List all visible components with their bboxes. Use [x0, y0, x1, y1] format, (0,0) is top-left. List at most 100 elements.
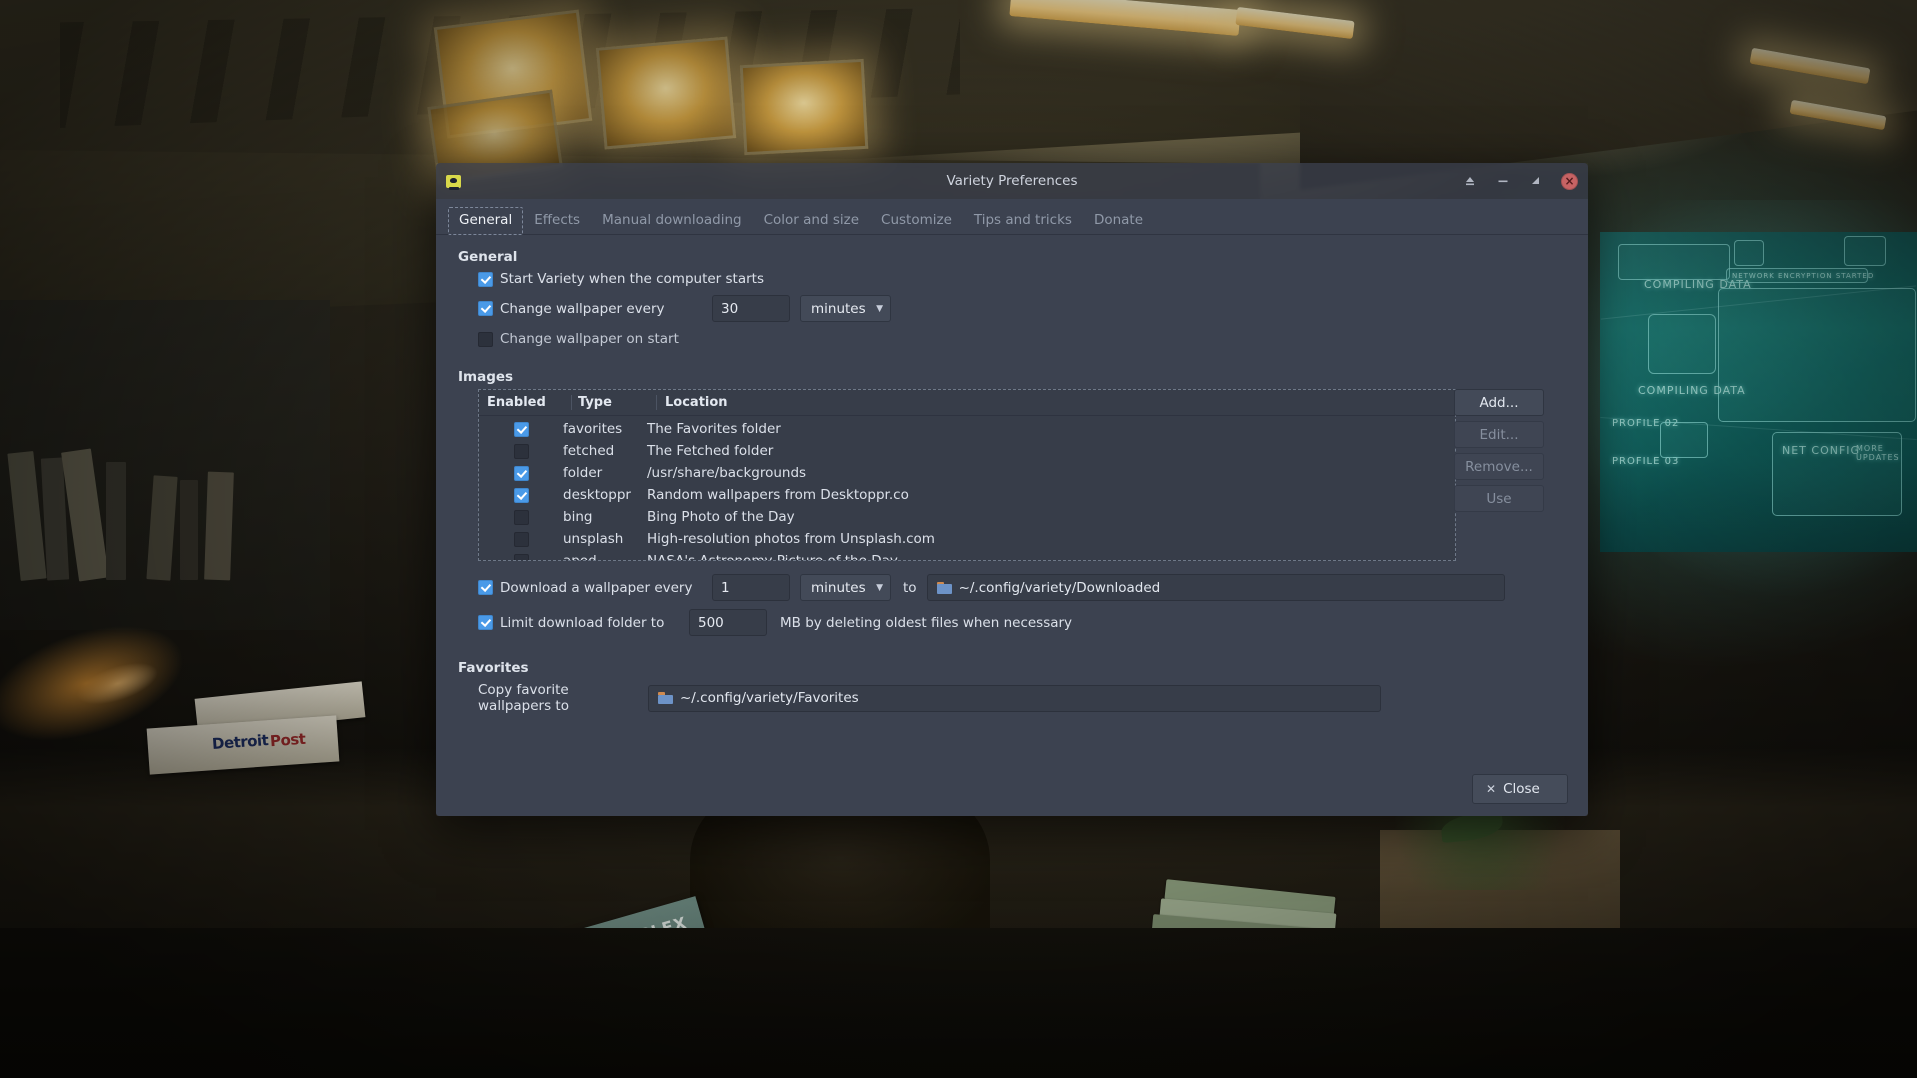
images-list-header: Enabled Type Location — [479, 390, 1455, 416]
favorites-path-field[interactable]: ~/.config/variety/Favorites — [648, 684, 1381, 712]
general-tab-content: General Start Variety when the computer … — [436, 235, 1588, 762]
row-enabled-checkbox[interactable] — [513, 487, 529, 503]
change-every-unit-select[interactable]: minutes ▼ — [800, 295, 891, 322]
maximize-icon[interactable] — [1528, 173, 1544, 189]
start-on-boot-row[interactable]: Start Variety when the computer starts — [478, 271, 1566, 287]
wallpaper-vent-slots — [60, 8, 960, 128]
row-location: The Favorites folder — [647, 421, 781, 437]
favorites-path-row: Copy favorite wallpapers to ~/.config/va… — [478, 682, 1566, 714]
tab-tips-and-tricks[interactable]: Tips and tricks — [963, 207, 1083, 235]
wallpaper-ceiling-light-4 — [1789, 99, 1887, 131]
tab-donate[interactable]: Donate — [1083, 207, 1154, 235]
images-section-heading: Images — [458, 369, 514, 385]
wallpaper-monitor-3 — [739, 58, 869, 156]
download-every-label: Download a wallpaper every — [500, 579, 693, 596]
add-button[interactable]: Add... — [1454, 389, 1544, 416]
use-button[interactable]: Use — [1454, 485, 1544, 512]
column-header-location[interactable]: Location — [657, 395, 1455, 410]
holo-compiling-1: COMPILING DATA — [1644, 278, 1752, 291]
wallpaper-shelf-left — [0, 300, 330, 630]
limit-folder-value-input[interactable]: 500 — [689, 609, 767, 636]
favorites-section-heading: Favorites — [458, 660, 529, 676]
wallpaper-stack-book-1 — [1164, 879, 1336, 917]
table-row[interactable]: desktoppr Random wallpapers from Desktop… — [479, 484, 1455, 506]
row-enabled-checkbox[interactable] — [513, 509, 529, 525]
row-location: /usr/share/backgrounds — [647, 465, 807, 481]
close-button-label: Close — [1503, 781, 1540, 797]
wallpaper-newspaper-stack-top — [194, 681, 366, 735]
change-on-start-checkbox[interactable] — [478, 331, 493, 347]
holo-compiling-2: COMPILING DATA — [1638, 384, 1746, 397]
table-row[interactable]: bing Bing Photo of the Day — [479, 506, 1455, 528]
download-every-row: Download a wallpaper every 1 minutes ▼ t… — [478, 574, 1566, 601]
wallpaper-ceiling-light-1 — [1009, 0, 1241, 36]
row-enabled-checkbox[interactable] — [513, 443, 529, 459]
holo-profile-03: PROFILE 03 — [1612, 456, 1680, 467]
images-action-buttons: Add... Edit... Remove... Use — [1454, 389, 1544, 512]
row-enabled-checkbox[interactable] — [513, 465, 529, 481]
chevron-down-icon: ▼ — [876, 303, 883, 314]
download-every-value-input[interactable]: 1 — [712, 574, 790, 601]
table-row[interactable]: apod NASA's Astronomy Picture of the Day — [479, 550, 1455, 561]
wallpaper-sign-electric-system-loss: ELECTRIC SYSTEM LOSS — [1380, 996, 1520, 1078]
row-location: The Fetched folder — [647, 443, 774, 459]
change-every-checkbox[interactable] — [478, 301, 493, 316]
column-header-type[interactable]: Type — [572, 395, 656, 410]
wallpaper-magazines — [584, 973, 766, 1078]
wallpaper-newspaper-name-a: Detroit — [211, 731, 269, 753]
wallpaper-stack-book-4 — [1143, 1013, 1341, 1057]
limit-folder-checkbox[interactable] — [478, 615, 493, 630]
row-enabled-checkbox[interactable] — [513, 421, 529, 437]
download-path-value: ~/.config/variety/Downloaded — [958, 579, 1161, 596]
window-titlebar[interactable]: Variety Preferences × — [436, 163, 1588, 199]
window-title: Variety Preferences — [946, 173, 1078, 189]
table-row[interactable]: favorites The Favorites folder — [479, 418, 1455, 440]
wallpaper-monitor-1 — [433, 9, 593, 139]
tab-customize[interactable]: Customize — [870, 207, 963, 235]
table-row[interactable]: fetched The Fetched folder — [479, 440, 1455, 462]
column-header-enabled[interactable]: Enabled — [479, 395, 571, 410]
favorites-copy-label: Copy favorite wallpapers to — [478, 682, 569, 714]
wallpaper-desk-front — [0, 928, 1917, 1078]
change-on-start-row[interactable]: Change wallpaper on start — [478, 331, 1566, 347]
change-every-value-input[interactable]: 30 — [712, 295, 790, 322]
wallpaper-monitor-2 — [595, 36, 737, 150]
change-on-start-label: Change wallpaper on start — [500, 331, 679, 347]
change-every-unit-value: minutes — [811, 300, 866, 317]
tab-effects[interactable]: Effects — [523, 207, 591, 235]
row-location: Random wallpapers from Desktoppr.co — [647, 487, 909, 503]
minimize-icon[interactable] — [1495, 173, 1511, 189]
wallpaper-book-quantum: QUANTUM THEORY — [1147, 989, 1339, 1029]
holo-more-updates: MORE UPDATES — [1856, 444, 1900, 462]
start-on-boot-checkbox[interactable] — [478, 271, 493, 287]
holo-encryption: NETWORK ENCRYPTION STARTED — [1732, 272, 1875, 280]
general-section-heading: General — [458, 249, 518, 265]
download-every-checkbox[interactable] — [478, 580, 493, 595]
row-type: desktoppr — [563, 487, 631, 503]
change-every-row: Change wallpaper every 30 minutes ▼ — [478, 295, 1566, 322]
keep-above-icon[interactable] — [1462, 173, 1478, 189]
edit-button[interactable]: Edit... — [1454, 421, 1544, 448]
close-x-icon: ✕ — [1486, 782, 1497, 796]
row-type: unsplash — [563, 531, 624, 547]
close-icon[interactable]: × — [1561, 172, 1578, 190]
tab-general[interactable]: General — [448, 207, 524, 235]
row-location: NASA's Astronomy Picture of the Day — [647, 553, 898, 561]
window-body: General Effects Manual downloading Color… — [436, 199, 1588, 816]
folder-icon — [658, 692, 673, 704]
download-path-field[interactable]: ~/.config/variety/Downloaded — [926, 574, 1505, 601]
wallpaper-hologram-glow — [1560, 200, 1917, 600]
tab-color-and-size[interactable]: Color and size — [753, 207, 870, 235]
table-row[interactable]: folder /usr/share/backgrounds — [479, 462, 1455, 484]
table-row[interactable]: unsplash High-resolution photos from Uns… — [479, 528, 1455, 550]
tab-manual-downloading[interactable]: Manual downloading — [591, 207, 753, 235]
images-list[interactable]: Enabled Type Location favorites The Favo… — [478, 389, 1456, 561]
row-enabled-checkbox[interactable] — [513, 531, 529, 547]
download-every-unit-select[interactable]: minutes ▼ — [800, 574, 891, 601]
row-enabled-checkbox[interactable] — [513, 553, 529, 560]
favorites-path-value: ~/.config/variety/Favorites — [680, 690, 859, 706]
close-button[interactable]: ✕ Close — [1472, 774, 1568, 804]
wallpaper-hologram-wall: COMPILING DATA NETWORK ENCRYPTION STARTE… — [1600, 232, 1917, 552]
wallpaper-lamp-flare — [0, 516, 323, 864]
remove-button[interactable]: Remove... — [1454, 453, 1544, 480]
